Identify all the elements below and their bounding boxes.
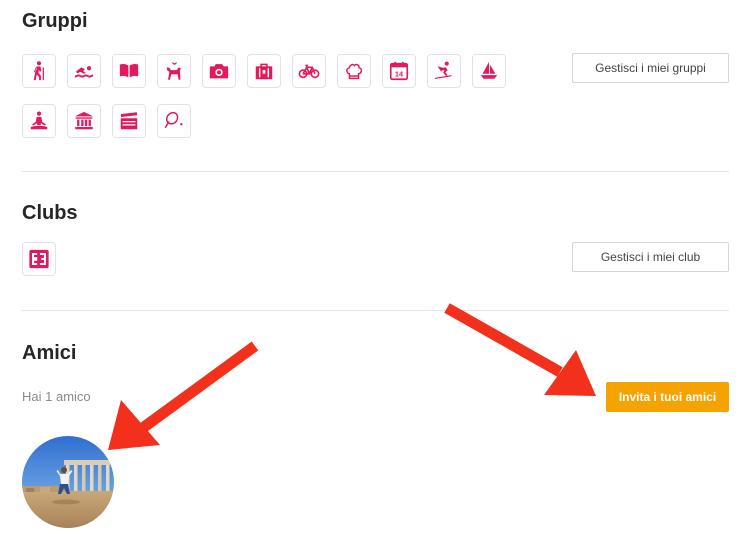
- manage-groups-button[interactable]: Gestisci i miei gruppi: [572, 53, 729, 83]
- group-reading[interactable]: [112, 54, 146, 88]
- camera-icon: [209, 64, 229, 79]
- clapperboard-icon: [120, 112, 138, 130]
- groups-title: Gruppi: [22, 10, 88, 32]
- club-logo-icon: [29, 249, 49, 269]
- group-hiking[interactable]: [22, 54, 56, 88]
- invite-friends-button[interactable]: Invita i tuoi amici: [606, 382, 729, 412]
- book-icon: [119, 63, 139, 78]
- group-pets[interactable]: [157, 54, 191, 88]
- skiing-icon: [434, 61, 452, 79]
- avatar-photo: [22, 436, 114, 528]
- arrow-to-invite-button: [444, 303, 596, 396]
- group-cinema[interactable]: [112, 104, 146, 138]
- luggage-icon: [255, 63, 273, 80]
- group-travel[interactable]: [247, 54, 281, 88]
- chef-hat-icon: [346, 63, 363, 80]
- swimming-icon: [74, 66, 94, 78]
- friends-count: Hai 1 amico: [22, 389, 91, 404]
- group-cycling[interactable]: [292, 54, 326, 88]
- group-skiing[interactable]: [427, 54, 461, 88]
- tennis-icon: [164, 111, 183, 129]
- sailboat-icon: [480, 61, 498, 79]
- manage-clubs-button[interactable]: Gestisci i miei club: [572, 242, 729, 272]
- arrow-to-avatar: [108, 341, 259, 450]
- calendar-day: 14: [395, 70, 404, 79]
- group-swimming[interactable]: [67, 54, 101, 88]
- divider: [22, 171, 729, 172]
- friends-title: Amici: [22, 342, 77, 364]
- friend-avatar[interactable]: [22, 436, 114, 528]
- group-yoga[interactable]: [22, 104, 56, 138]
- museum-icon: [74, 111, 94, 130]
- group-events[interactable]: 14: [382, 54, 416, 88]
- group-photography[interactable]: [202, 54, 236, 88]
- dog-icon: [166, 61, 181, 80]
- group-sailing[interactable]: [472, 54, 506, 88]
- hiking-icon: [33, 61, 44, 81]
- clubs-title: Clubs: [22, 202, 78, 224]
- divider: [22, 310, 729, 311]
- group-tennis[interactable]: [157, 104, 191, 138]
- yoga-icon: [30, 111, 48, 130]
- group-museums[interactable]: [67, 104, 101, 138]
- bicycle-icon: [298, 64, 320, 79]
- calendar-icon: 14: [389, 61, 409, 81]
- club-item[interactable]: [22, 242, 56, 276]
- group-cooking[interactable]: [337, 54, 371, 88]
